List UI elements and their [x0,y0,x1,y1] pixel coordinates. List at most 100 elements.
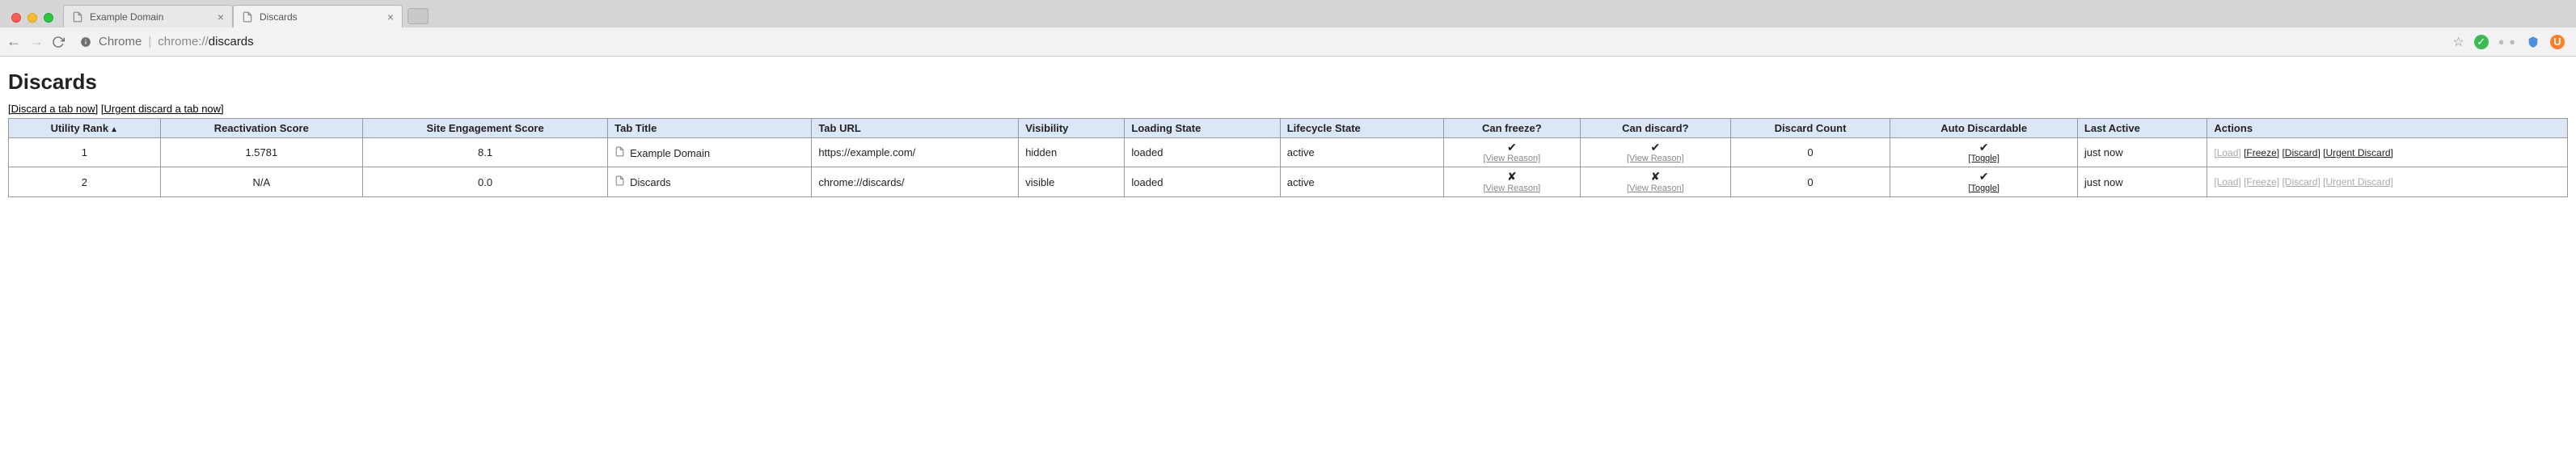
omnibox-scheme-label: Chrome [99,35,141,49]
browser-tab-0[interactable]: Example Domain × [63,5,233,27]
cell-can-freeze: ✘[View Reason] [1443,167,1580,196]
cell-discard-count: 0 [1730,138,1890,167]
freeze-action: [Freeze] [2244,176,2279,188]
cell-reactivation-score: N/A [160,167,362,196]
browser-chrome: Example Domain × Discards × ← → Chrome |… [0,0,2576,57]
extension-icon-3[interactable]: U [2550,35,2565,49]
tab-title: Example Domain [90,11,211,23]
close-window-button[interactable] [11,13,21,23]
bookmark-star-icon[interactable]: ☆ [2452,34,2464,50]
col-can-discard[interactable]: Can discard? [1581,119,1731,138]
col-reactivation-score[interactable]: Reactivation Score [160,119,362,138]
col-loading-state[interactable]: Loading State [1125,119,1280,138]
col-site-engagement-score[interactable]: Site Engagement Score [363,119,608,138]
col-utility-rank[interactable]: Utility Rank▲ [9,119,161,138]
cell-tab-url: chrome://discards/ [812,167,1019,196]
toolbar: ← → Chrome | chrome://discards ☆ ✓ ● ● U [0,27,2576,57]
toggle-link[interactable]: [Toggle] [1897,154,2071,163]
page-content: Discards [Discard a tab now] [Urgent dis… [0,57,2576,213]
cell-discard-count: 0 [1730,167,1890,196]
tab-title: Discards [260,11,381,23]
page-heading: Discards [8,70,2568,95]
page-icon [242,11,253,23]
minimize-window-button[interactable] [27,13,37,23]
cell-last-active: just now [2077,167,2206,196]
col-can-freeze[interactable]: Can freeze? [1443,119,1580,138]
table-row: 11.57818.1Example Domainhttps://example.… [9,138,2568,167]
page-icon [72,11,83,23]
cell-reactivation-score: 1.5781 [160,138,362,167]
cell-utility-rank: 1 [9,138,161,167]
view-reason-link[interactable]: [View Reason] [1587,154,1724,163]
discard-tab-now-link[interactable]: [Discard a tab now] [8,103,98,115]
cell-auto-discardable: ✔[Toggle] [1890,138,2078,167]
omnibox-url: chrome://discards [158,35,253,49]
check-icon: ✔ [1897,141,2071,154]
cell-visibility: visible [1019,167,1125,196]
forward-button[interactable]: → [29,33,44,50]
sort-asc-icon: ▲ [110,125,118,134]
page-icon [614,146,625,157]
view-reason-link[interactable]: [View Reason] [1451,184,1573,193]
urgent-discard-action[interactable]: [Urgent Discard] [2323,147,2393,158]
discard-action: [Discard] [2282,176,2320,188]
cell-loading-state: loaded [1125,167,1280,196]
view-reason-link[interactable]: [View Reason] [1587,184,1724,193]
cell-utility-rank: 2 [9,167,161,196]
check-icon: ✘ [1451,171,1573,183]
cell-lifecycle-state: active [1280,138,1443,167]
cell-can-freeze: ✔[View Reason] [1443,138,1580,167]
table-header-row: Utility Rank▲ Reactivation Score Site En… [9,119,2568,138]
omnibox-separator: | [148,35,151,49]
discards-table: Utility Rank▲ Reactivation Score Site En… [8,118,2568,197]
col-auto-discardable[interactable]: Auto Discardable [1890,119,2078,138]
view-reason-link[interactable]: [View Reason] [1451,154,1573,163]
top-action-links: [Discard a tab now] [Urgent discard a ta… [8,103,2568,115]
extension-icon-1[interactable]: ✓ [2474,35,2489,49]
new-tab-button[interactable] [408,8,429,24]
freeze-action[interactable]: [Freeze] [2244,147,2279,158]
browser-tab-1[interactable]: Discards × [233,5,403,27]
check-icon: ✘ [1587,171,1724,183]
col-tab-title[interactable]: Tab Title [608,119,812,138]
discard-action[interactable]: [Discard] [2282,147,2320,158]
back-button[interactable]: ← [6,33,21,50]
col-discard-count[interactable]: Discard Count [1730,119,1890,138]
cell-tab-title: Example Domain [608,138,812,167]
window-controls [6,13,63,27]
table-row: 2N/A0.0Discardschrome://discards/visible… [9,167,2568,196]
cell-tab-url: https://example.com/ [812,138,1019,167]
col-actions[interactable]: Actions [2207,119,2568,138]
cell-tab-title: Discards [608,167,812,196]
page-icon [614,175,625,186]
check-icon: ✔ [1897,171,2071,183]
col-last-active[interactable]: Last Active [2077,119,2206,138]
col-tab-url[interactable]: Tab URL [812,119,1019,138]
check-icon: ✔ [1587,141,1724,154]
maximize-window-button[interactable] [44,13,53,23]
close-tab-icon[interactable]: × [387,11,394,23]
tab-strip: Example Domain × Discards × [0,0,2576,27]
cell-visibility: hidden [1019,138,1125,167]
cell-lifecycle-state: active [1280,167,1443,196]
cell-auto-discardable: ✔[Toggle] [1890,167,2078,196]
close-tab-icon[interactable]: × [217,11,224,23]
load-action: [Load] [2214,147,2240,158]
toggle-link[interactable]: [Toggle] [1897,184,2071,193]
check-icon: ✔ [1451,141,1573,154]
extension-icon-2[interactable]: ● ● [2498,36,2516,48]
toolbar-actions: ☆ ✓ ● ● U [2452,34,2570,50]
cell-actions: [Load] [Freeze] [Discard] [Urgent Discar… [2207,167,2568,196]
col-lifecycle-state[interactable]: Lifecycle State [1280,119,1443,138]
cell-loading-state: loaded [1125,138,1280,167]
urgent-discard-tab-now-link[interactable]: [Urgent discard a tab now] [101,103,224,115]
cell-site-engagement-score: 8.1 [363,138,608,167]
col-visibility[interactable]: Visibility [1019,119,1125,138]
extension-shield-icon[interactable] [2526,35,2540,49]
cell-last-active: just now [2077,138,2206,167]
urgent-discard-action: [Urgent Discard] [2323,176,2393,188]
reload-button[interactable] [52,36,66,49]
site-info-icon[interactable] [79,36,92,49]
omnibox[interactable]: Chrome | chrome://discards [74,32,2444,52]
cell-can-discard: ✔[View Reason] [1581,138,1731,167]
